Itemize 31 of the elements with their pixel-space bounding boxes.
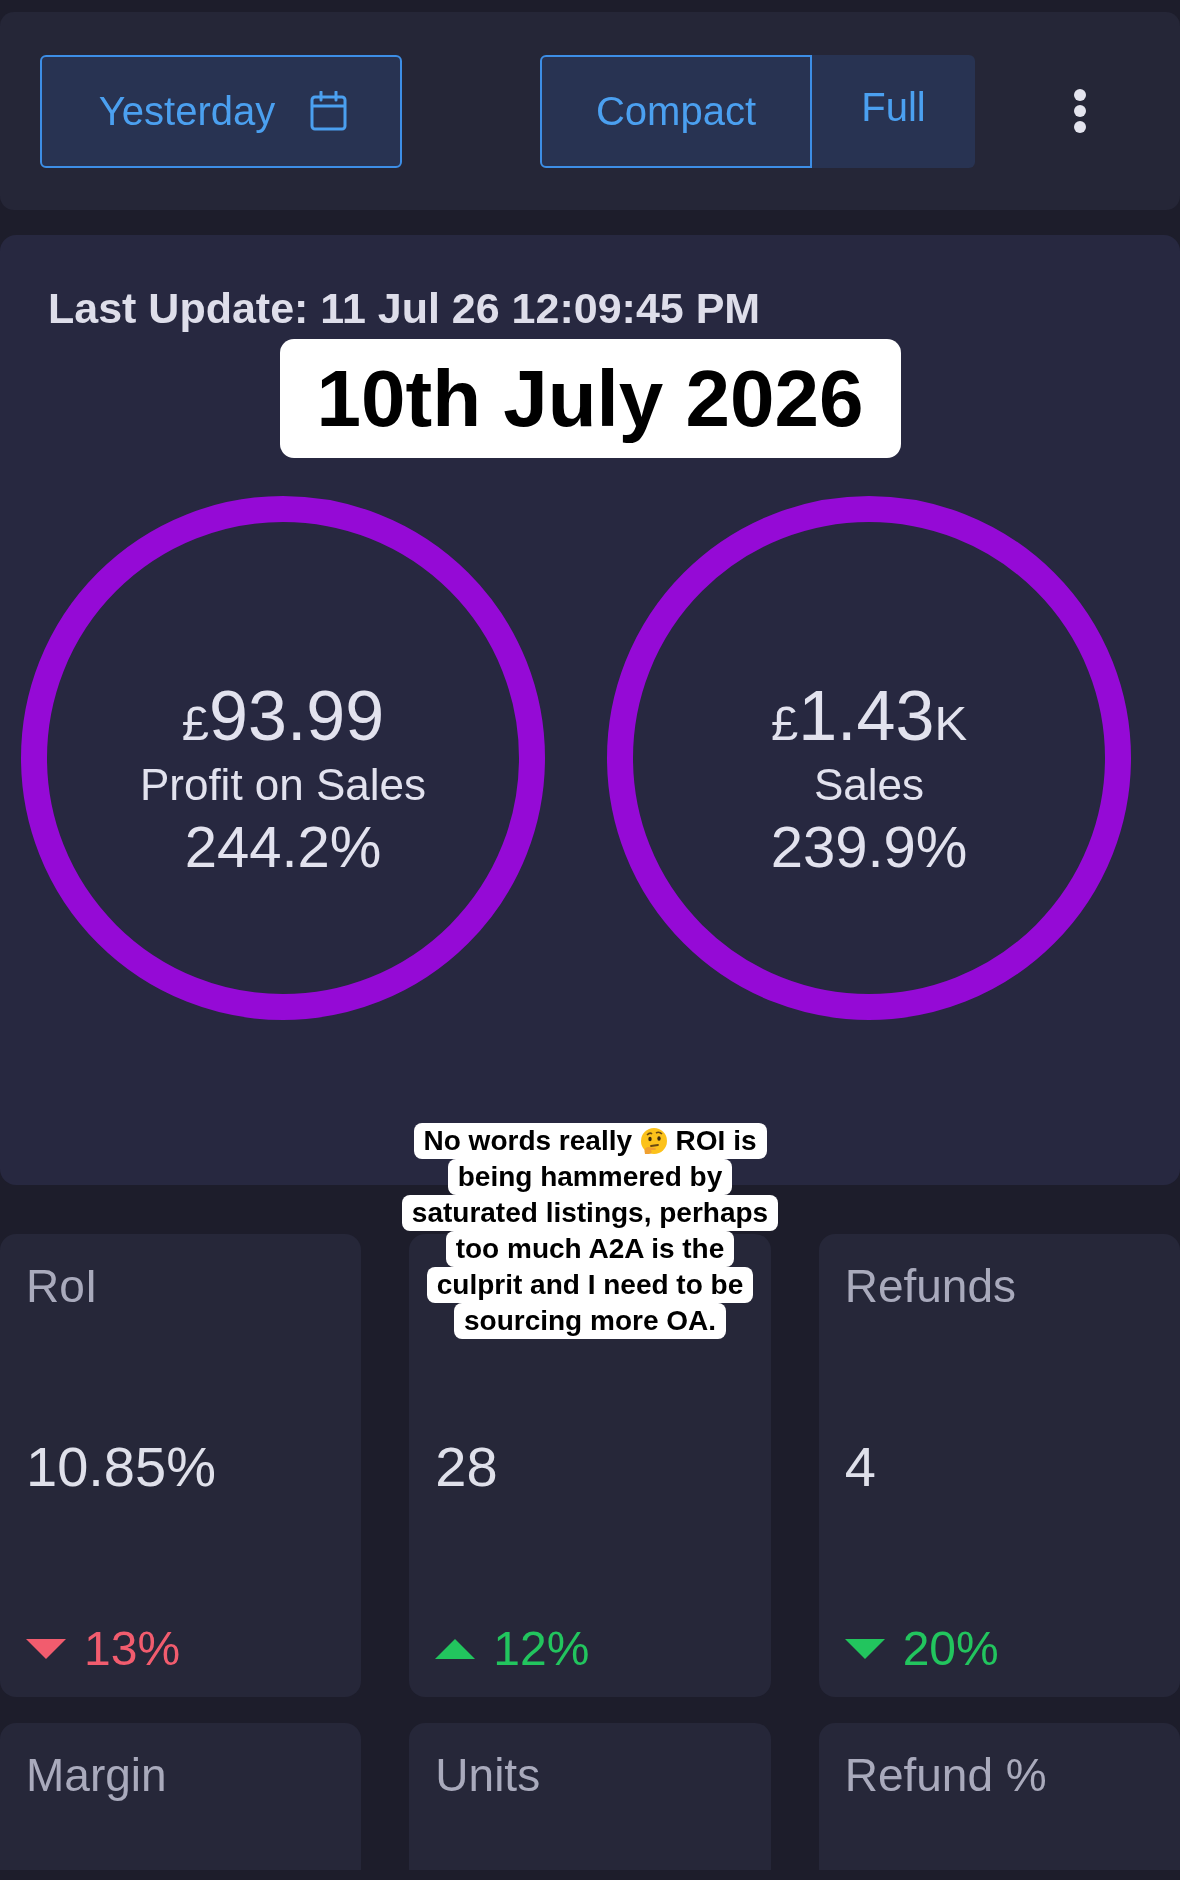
caption-text: No words really ROI is	[413, 1123, 767, 1159]
stat-value: 10.85%	[26, 1435, 216, 1499]
stat-label: RoI	[26, 1259, 98, 1314]
metric-name: Profit on Sales	[139, 758, 427, 811]
date-label: 10th July 2026	[279, 339, 901, 458]
view-mode-tab[interactable]: Full	[812, 54, 975, 168]
change-percent: 12%	[493, 1621, 590, 1677]
stat-label: Refunds	[844, 1259, 1016, 1314]
stat-value: 28	[435, 1435, 498, 1499]
stat-label: Units	[435, 1748, 541, 1803]
change-percent: 20%	[902, 1621, 999, 1677]
date-range-button[interactable]: Yesterday	[40, 54, 402, 168]
caption-text: sourcing more OA.	[453, 1303, 726, 1339]
caption-text: being hammered by	[447, 1159, 733, 1195]
change-percent: 13%	[84, 1621, 181, 1677]
metric-name: Sales	[813, 758, 925, 811]
caption-text: culprit and I need to be	[426, 1267, 754, 1303]
more-options-icon[interactable]	[1074, 89, 1086, 133]
view-mode-tab[interactable]: Compact	[540, 54, 812, 168]
metric-percent: 239.9%	[770, 813, 968, 880]
caption-text: saturated listings, perhaps	[401, 1195, 779, 1231]
calendar-icon	[310, 91, 348, 131]
metric-percent: 244.2%	[184, 813, 382, 880]
metric-amount: £93.99	[181, 682, 385, 756]
last-update-text: Last Update: 11 Jul 26 12:09:45 PM	[48, 283, 761, 333]
caption-text: too much A2A is the	[445, 1231, 735, 1267]
stat-value: 4	[844, 1435, 876, 1499]
thinking-face-icon	[639, 1127, 668, 1155]
stat-label: Refund %	[844, 1748, 1047, 1803]
stat-label: Margin	[26, 1748, 167, 1803]
metric-amount: £1.43K	[770, 682, 968, 756]
